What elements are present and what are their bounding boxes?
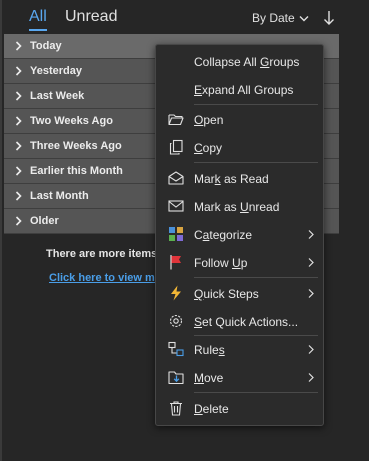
menu-item-rules[interactable]: Rules bbox=[156, 336, 323, 362]
top-bar: All Unread By Date bbox=[0, 0, 369, 33]
menu-item-move[interactable]: Move bbox=[156, 364, 323, 390]
menu-item-label: Collapse All Groups bbox=[194, 55, 300, 69]
trash-icon bbox=[170, 401, 182, 416]
sort-label: By Date bbox=[252, 11, 295, 25]
menu-item-expand-all-groups[interactable]: Expand All Groups bbox=[156, 76, 323, 102]
menu-item-label: Quick Steps bbox=[194, 287, 259, 301]
lightning-bolt-icon bbox=[171, 285, 181, 301]
menu-item-label: Delete bbox=[194, 402, 229, 416]
menu-separator bbox=[194, 162, 318, 163]
menu-item-mark-as-unread[interactable]: Mark as Unread bbox=[156, 193, 323, 219]
menu-item-label: Rules bbox=[194, 343, 225, 357]
submenu-arrow-icon bbox=[308, 230, 314, 239]
menu-item-open[interactable]: Open bbox=[156, 106, 323, 132]
chevron-right-icon bbox=[15, 91, 22, 101]
menu-item-quick-steps[interactable]: Quick Steps bbox=[156, 280, 323, 306]
chevron-right-icon bbox=[15, 116, 22, 126]
sort-direction-arrow-icon[interactable] bbox=[322, 9, 336, 27]
menu-separator bbox=[194, 104, 318, 105]
menu-item-copy[interactable]: Copy bbox=[156, 134, 323, 160]
categorize-icon bbox=[169, 227, 183, 241]
left-border bbox=[0, 0, 2, 461]
menu-separator bbox=[194, 392, 318, 393]
tab-all[interactable]: All bbox=[29, 8, 47, 26]
menu-item-label: Mark as Read bbox=[194, 172, 269, 186]
group-header-label: Today bbox=[30, 40, 62, 52]
envelope-icon bbox=[168, 200, 184, 212]
menu-item-set-quick-actions[interactable]: Set Quick Actions... bbox=[156, 308, 323, 334]
flag-icon bbox=[170, 255, 181, 270]
group-header-label: Last Week bbox=[30, 90, 85, 102]
menu-item-categorize[interactable]: Categorize bbox=[156, 221, 323, 247]
group-header-label: Yesterday bbox=[30, 65, 82, 77]
submenu-arrow-icon bbox=[308, 289, 314, 298]
menu-item-label: Categorize bbox=[194, 228, 253, 242]
group-header-label: Earlier this Month bbox=[30, 165, 123, 177]
chevron-right-icon bbox=[15, 66, 22, 76]
tab-all-underline bbox=[29, 29, 47, 31]
envelope-open-icon bbox=[168, 171, 184, 185]
menu-item-collapse-all-groups[interactable]: Collapse All Groups bbox=[156, 48, 323, 74]
group-header-label: Last Month bbox=[30, 190, 89, 202]
chevron-down-icon bbox=[299, 15, 309, 21]
submenu-arrow-icon bbox=[308, 345, 314, 354]
gear-icon bbox=[169, 314, 183, 328]
menu-item-label: Move bbox=[194, 371, 224, 385]
submenu-arrow-icon bbox=[308, 373, 314, 382]
context-menu: Collapse All Groups Expand All Groups Op… bbox=[155, 44, 324, 426]
group-header-label: Three Weeks Ago bbox=[30, 140, 122, 152]
move-to-folder-icon bbox=[168, 371, 184, 385]
folder-open-icon bbox=[168, 114, 184, 126]
copy-icon bbox=[169, 139, 183, 155]
menu-item-label: Open bbox=[194, 113, 224, 127]
submenu-arrow-icon bbox=[308, 258, 314, 267]
sort-by-dropdown[interactable]: By Date bbox=[252, 11, 309, 25]
view-more-link[interactable]: Click here to view mo bbox=[49, 272, 161, 284]
menu-item-label: Copy bbox=[194, 141, 223, 155]
menu-item-mark-as-read[interactable]: Mark as Read bbox=[156, 165, 323, 191]
menu-item-label: Expand All Groups bbox=[194, 83, 294, 97]
chevron-right-icon bbox=[15, 216, 22, 226]
chevron-right-icon bbox=[15, 141, 22, 151]
menu-item-label: Mark as Unread bbox=[194, 200, 280, 214]
menu-item-label: Set Quick Actions... bbox=[194, 315, 299, 329]
rules-icon bbox=[168, 341, 184, 357]
chevron-right-icon bbox=[15, 166, 22, 176]
more-items-notice: There are more items bbox=[46, 248, 158, 260]
group-header-label: Older bbox=[30, 215, 59, 227]
chevron-right-icon bbox=[15, 41, 22, 51]
group-header-label: Two Weeks Ago bbox=[30, 115, 113, 127]
tab-unread[interactable]: Unread bbox=[65, 8, 117, 26]
chevron-right-icon bbox=[15, 191, 22, 201]
menu-separator bbox=[194, 277, 318, 278]
menu-item-follow-up[interactable]: Follow Up bbox=[156, 249, 323, 275]
menu-item-label: Follow Up bbox=[194, 256, 248, 270]
menu-item-delete[interactable]: Delete bbox=[156, 395, 323, 421]
